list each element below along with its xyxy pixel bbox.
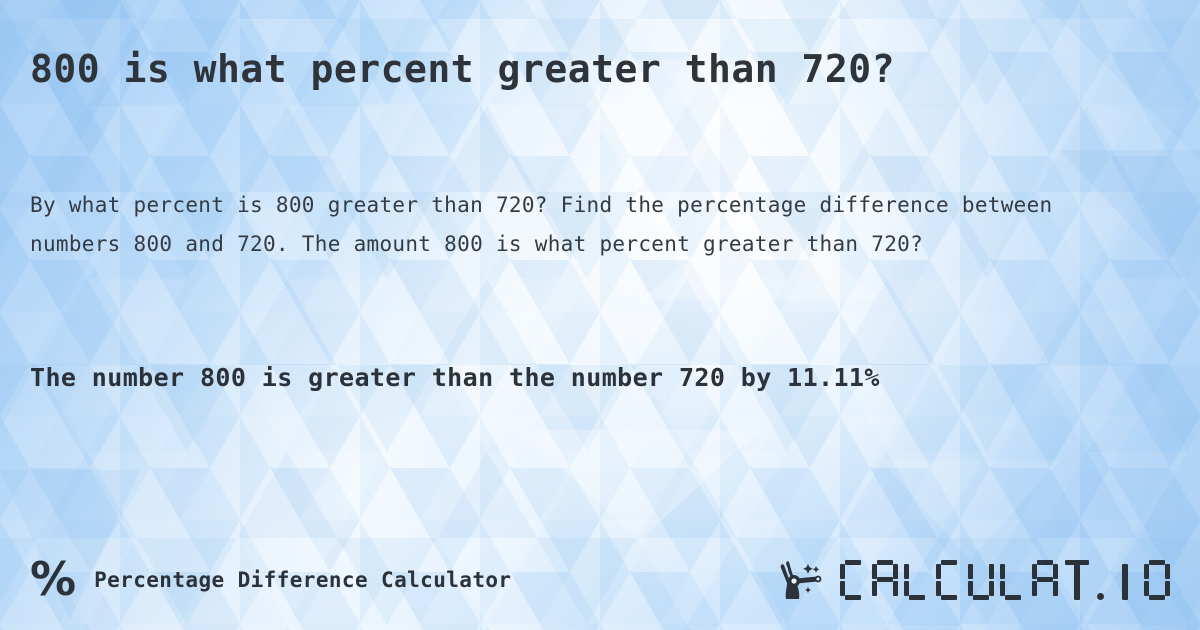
logo-seg-dot: [1096, 560, 1106, 600]
question-description: By what percent is 800 greater than 720?…: [30, 193, 1053, 256]
logo-seg-u: [968, 560, 994, 600]
site-logo[interactable]: [778, 557, 1170, 603]
percent-icon: %: [30, 551, 77, 606]
logo-seg-o: [1144, 560, 1170, 600]
logo-seg-l: [904, 560, 930, 600]
calculator-brand: % Percentage Difference Calculator: [30, 551, 512, 606]
logo-seg-a2: [1032, 560, 1058, 600]
logo-seg-c: [840, 560, 866, 600]
site-logo-wordmark: [840, 560, 1170, 600]
logo-seg-t: [1064, 560, 1090, 600]
hand-magic-wand-icon: [780, 561, 822, 599]
footer: % Percentage Difference Calculator: [30, 545, 1170, 615]
logo-seg-c2: [936, 560, 962, 600]
page-root: 800 is what percent greater than 720? By…: [0, 0, 1200, 630]
logo-seg-i: [1112, 560, 1138, 600]
logo-seg-l2: [1000, 560, 1026, 600]
content-area: 800 is what percent greater than 720? By…: [0, 0, 1200, 630]
result-statement: The number 800 is greater than the numbe…: [30, 363, 880, 392]
logo-seg-a: [872, 560, 898, 600]
page-title: 800 is what percent greater than 720?: [30, 47, 895, 91]
calculator-name-label: Percentage Difference Calculator: [94, 568, 512, 592]
